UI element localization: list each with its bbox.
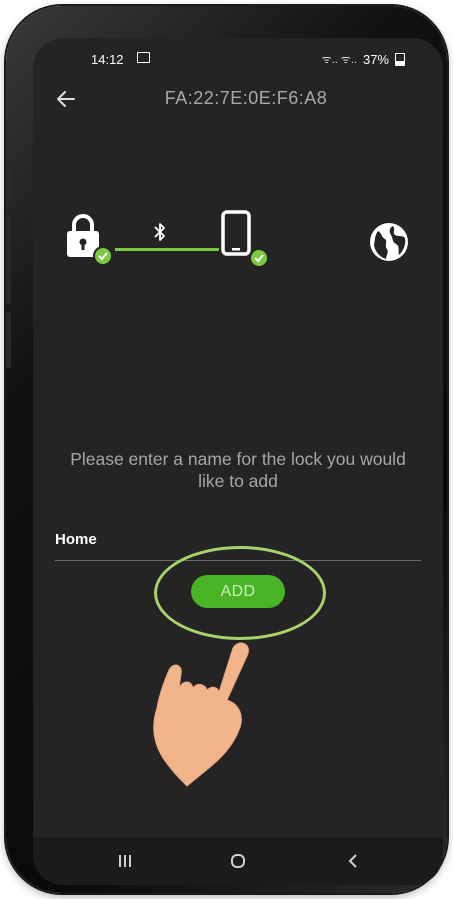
recent-apps-icon bbox=[119, 855, 131, 867]
side-button-extra bbox=[6, 312, 11, 368]
gallery-notification-icon bbox=[137, 52, 150, 63]
system-nav-bar bbox=[33, 837, 443, 885]
status-indicators: ᯤ.. ᯤ.. 37% bbox=[322, 52, 405, 67]
pointing-hand-icon bbox=[153, 642, 249, 787]
lock-connected-check-icon bbox=[93, 246, 113, 266]
signal-icons: ᯤ.. ᯤ.. bbox=[321, 54, 357, 66]
phone-connected-check-icon bbox=[249, 248, 269, 268]
connection-status-row bbox=[33, 208, 443, 278]
phone-frame: 14:12 ᯤ.. ᯤ.. 37% FA:22:7E:0E:F6:A8 Plea… bbox=[6, 6, 447, 893]
page-title: FA:22:7E:0E:F6:A8 bbox=[164, 88, 328, 108]
battery-icon bbox=[395, 53, 405, 66]
side-button-power bbox=[6, 216, 11, 304]
status-bar: 14:12 ᯤ.. ᯤ.. 37% bbox=[33, 38, 443, 80]
add-button[interactable]: ADD bbox=[191, 575, 285, 608]
recent-apps-button[interactable] bbox=[95, 837, 155, 885]
app-screen: 14:12 ᯤ.. ᯤ.. 37% FA:22:7E:0E:F6:A8 Plea… bbox=[33, 38, 443, 885]
app-bar: FA:22:7E:0E:F6:A8 bbox=[33, 82, 443, 118]
home-button[interactable] bbox=[208, 837, 268, 885]
bluetooth-icon bbox=[154, 223, 165, 241]
smartphone-icon bbox=[221, 210, 251, 256]
globe-icon bbox=[370, 223, 408, 261]
battery-percent: 37% bbox=[362, 52, 389, 67]
nav-back-button[interactable] bbox=[323, 837, 383, 885]
name-prompt-text: Please enter a name for the lock you wou… bbox=[70, 449, 406, 491]
chevron-left-icon bbox=[348, 854, 357, 868]
home-circle-icon bbox=[231, 854, 245, 868]
status-time: 14:12 bbox=[91, 52, 124, 67]
connection-line bbox=[115, 248, 219, 251]
side-button-volume bbox=[6, 156, 11, 200]
